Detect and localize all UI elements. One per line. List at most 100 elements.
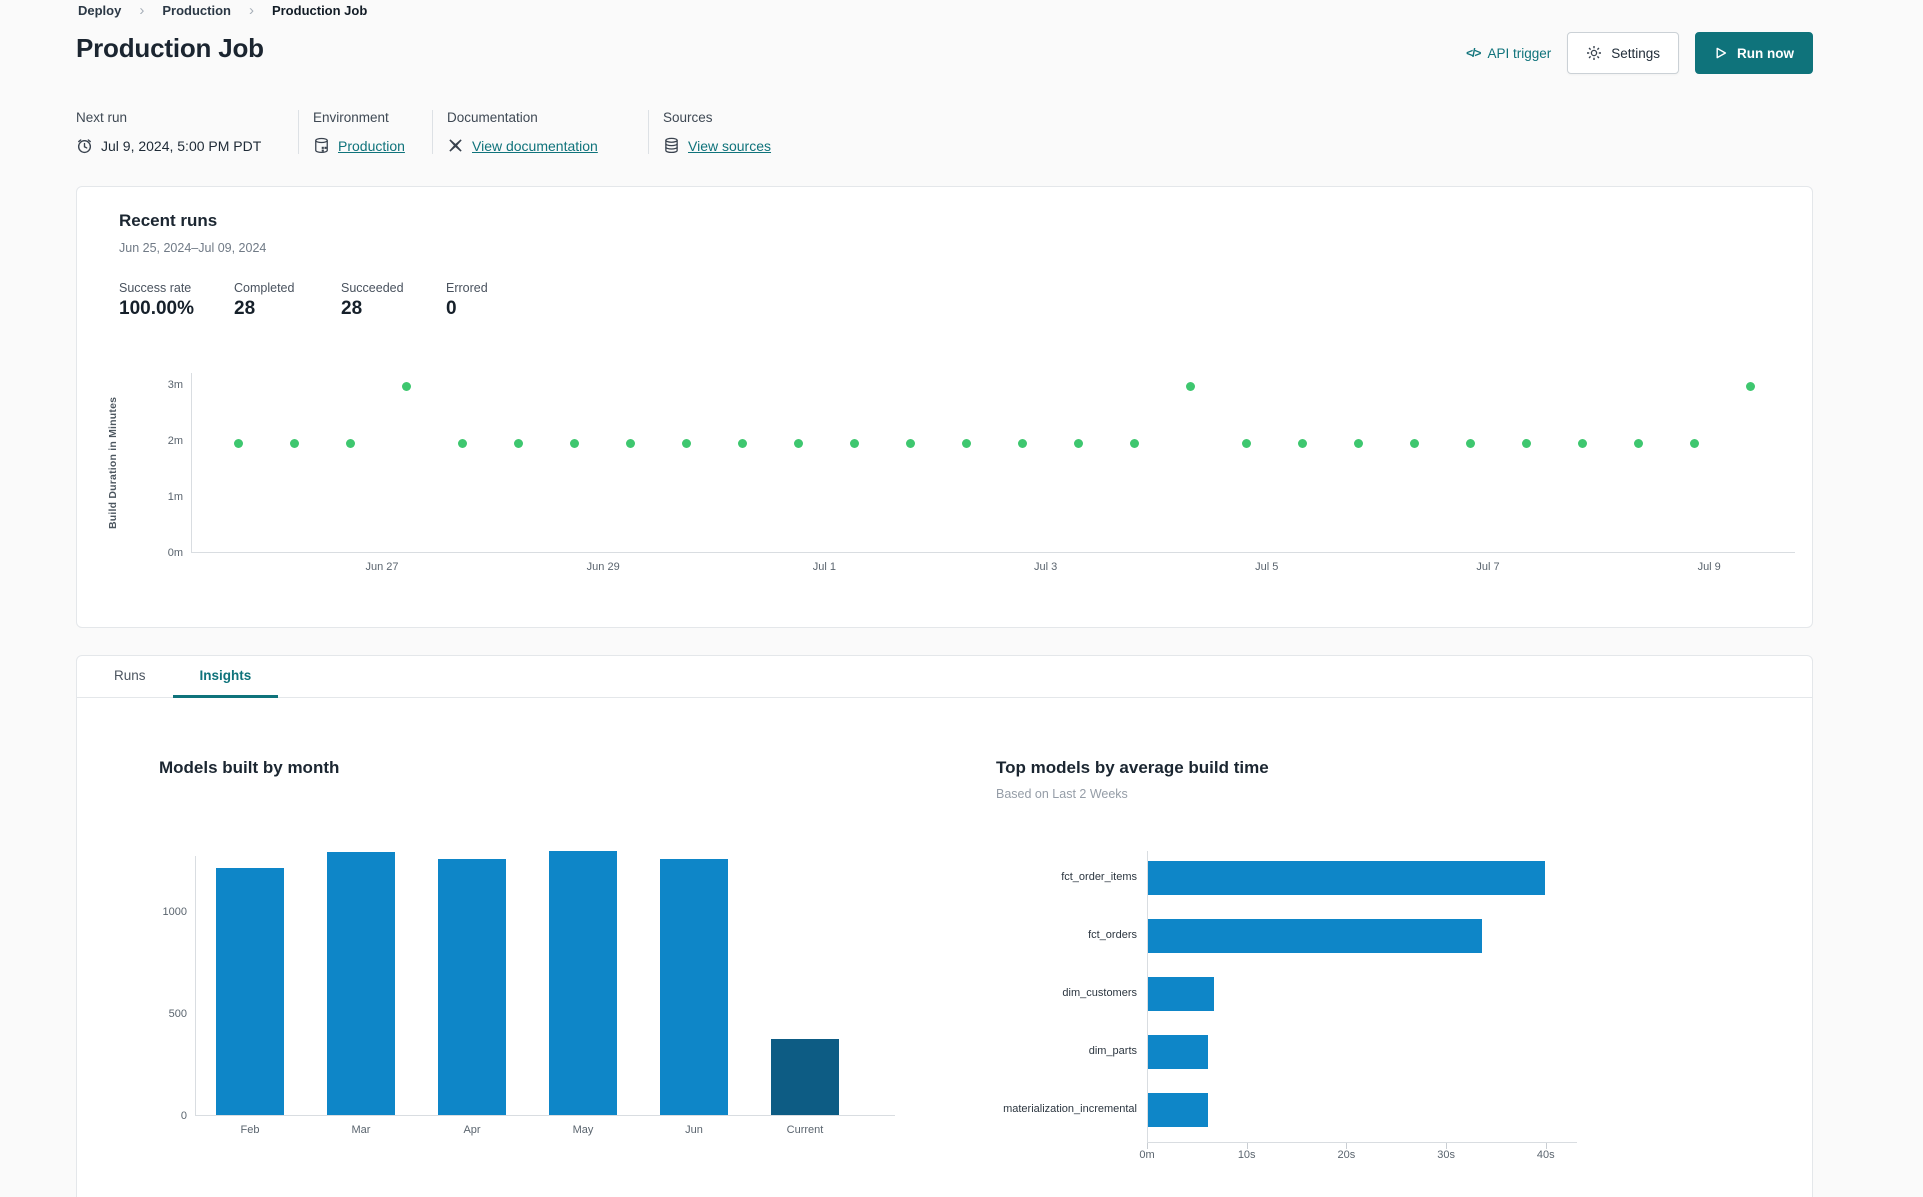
x-tick-label: 40s [1536,1149,1555,1161]
tab-bar: Runs Insights [77,656,1812,698]
run-dot[interactable] [1185,381,1195,391]
next-run-value: Jul 9, 2024, 5:00 PM PDT [101,137,262,154]
top-models-chart-title: Top models by average build time [996,758,1269,777]
run-dot[interactable] [289,438,299,448]
run-dot[interactable] [1465,438,1475,448]
run-dot[interactable] [1297,438,1307,448]
run-dot[interactable] [625,438,635,448]
x-axis-line [195,1115,895,1116]
run-dot[interactable] [401,381,411,391]
month-bar-apr [438,858,506,1115]
run-dot[interactable] [1073,438,1083,448]
stat-value: 0 [446,298,457,319]
month-bar-feb [216,868,284,1115]
model-label: dim_parts [1088,1045,1137,1057]
run-dot[interactable] [1353,438,1363,448]
run-dot[interactable] [1129,438,1139,448]
tab-insights[interactable]: Insights [172,656,279,698]
run-dot[interactable] [961,438,971,448]
model-bar-dim_parts [1148,1035,1208,1069]
stat-label: Errored [446,281,488,295]
run-dot[interactable] [345,438,355,448]
next-run-label: Next run [76,110,128,125]
x-tick-label: Jul 1 [812,561,837,573]
sources-column: Sources View sources [648,110,785,154]
build-duration-scatter-chart: 0m 1m 2m 3m Jun 27 Jun 29 Jul 1 Jul 3 Jul 5 Jul 7… [168,373,1795,573]
run-dot[interactable] [849,438,859,448]
month-bar-current [771,1038,839,1115]
view-documentation-link[interactable]: View documentation [472,138,598,154]
dbt-logo-icon [447,137,464,154]
stat-label: Completed [234,281,295,295]
run-dot[interactable] [905,438,915,448]
x-tick-label: Jul 7 [1476,561,1500,573]
run-dot[interactable] [737,438,747,448]
breadcrumb-production[interactable]: Production [162,3,231,18]
settings-button[interactable]: Settings [1567,32,1679,74]
clock-icon [76,137,93,154]
code-icon: </> [1466,46,1481,60]
x-axis-line [191,552,1795,553]
run-dot[interactable] [1577,438,1587,448]
run-dot[interactable] [1017,438,1027,448]
breadcrumb-deploy[interactable]: Deploy [78,3,121,18]
model-label: dim_customers [1062,987,1137,999]
stat-label: Succeeded [341,281,404,295]
model-label: materialization_incremental [1003,1103,1137,1115]
scatter-y-axis-label: Build Duration in Minutes [107,396,119,530]
run-dot[interactable] [1745,381,1755,391]
run-dot[interactable] [457,438,467,448]
tab-runs[interactable]: Runs [87,656,173,698]
model-bar-fct_orders [1148,919,1482,953]
month-bar-jun [660,858,728,1115]
x-tick-label: Mar [351,1124,371,1136]
breadcrumb: Deploy › Production › Production Job [78,3,367,18]
database-icon [313,137,330,154]
chevron-right-icon: › [248,2,254,19]
api-trigger-label: API trigger [1487,45,1552,61]
x-tick-label: 30s [1437,1149,1455,1161]
x-tick-label: Jul 9 [1697,561,1721,573]
run-now-button[interactable]: Run now [1695,32,1813,74]
x-tick-label: Jul 3 [1033,561,1058,573]
x-tick-label: 10s [1237,1149,1256,1161]
settings-label: Settings [1611,45,1660,61]
run-dot[interactable] [513,438,523,448]
run-dot[interactable] [1633,438,1643,448]
play-icon [1714,46,1728,60]
y-tick-label: 0 [180,1110,187,1122]
model-label: fct_orders [1088,929,1137,941]
stat-value: 28 [341,298,363,319]
x-tick-label: Jun 27 [365,561,399,573]
x-tick-label: Jun [685,1124,703,1136]
view-sources-link[interactable]: View sources [688,138,771,154]
x-tick-label: Jun 29 [586,561,620,573]
environment-column: Environment Production [298,110,432,154]
run-now-label: Run now [1737,45,1794,61]
x-tick-label: Current [786,1124,824,1136]
run-dot[interactable] [1521,438,1531,448]
y-tick-label: 1m [167,491,183,503]
stat-value: 100.00% [119,298,195,319]
api-trigger-link[interactable]: </> API trigger [1466,46,1551,61]
run-dot[interactable] [1409,438,1419,448]
documentation-column: Documentation View documentation [432,110,648,154]
next-run-column: Next run Jul 9, 2024, 5:00 PM PDT [76,110,298,154]
gear-icon [1586,45,1602,61]
run-dot[interactable] [681,438,691,448]
run-dot[interactable] [233,438,243,448]
recent-runs-stats: Success rate 100.00% Completed 28 Succee… [119,281,488,320]
y-axis-line [195,856,196,1116]
run-dot[interactable] [793,438,803,448]
x-tick-label: May [572,1124,594,1136]
y-tick-label: 500 [168,1008,187,1020]
model-bar-dim_customers [1148,977,1214,1011]
stat-value: 28 [234,298,256,319]
top-models-chart-subtitle: Based on Last 2 Weeks [996,787,1128,801]
run-dot[interactable] [1689,438,1699,448]
environment-link[interactable]: Production [338,138,405,154]
run-dot[interactable] [1241,438,1251,448]
sources-label: Sources [663,110,713,125]
run-dot[interactable] [569,438,579,448]
model-label: fct_order_items [1061,871,1137,883]
